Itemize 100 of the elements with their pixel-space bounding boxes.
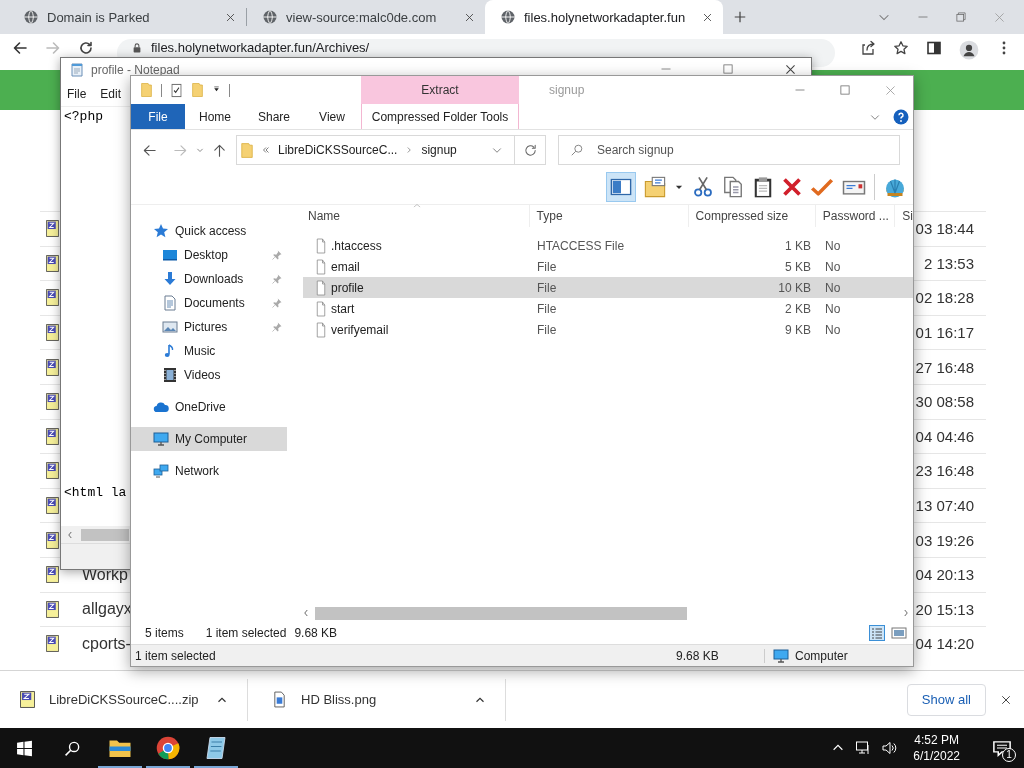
nav-item[interactable]: Downloads (131, 267, 287, 291)
menu-item[interactable]: File (67, 86, 87, 101)
file-type: File (536, 259, 558, 274)
nav-item[interactable]: Network (131, 459, 287, 483)
pin-icon (271, 273, 283, 285)
file-type: File (536, 280, 558, 295)
breadcrumb[interactable]: LibreDiCKSSourceC... (278, 143, 398, 157)
checkmark-icon[interactable] (810, 176, 834, 198)
pictures-icon (162, 319, 178, 335)
new-tab-icon[interactable] (733, 10, 747, 24)
file-icon (315, 258, 327, 275)
side-panel-icon[interactable] (926, 40, 942, 56)
browser-tab[interactable]: Domain is Parked (8, 0, 246, 34)
refresh-icon[interactable] (522, 142, 538, 158)
scroll-right-icon[interactable] (901, 607, 911, 619)
nav-item[interactable]: My Computer (131, 427, 287, 451)
browser-tab[interactable]: view-source:malc0de.com (247, 0, 485, 34)
nav-item[interactable]: Desktop (131, 243, 287, 267)
download-name: LibreDiCKSSourceC....zip (49, 692, 200, 707)
star-icon[interactable] (893, 40, 909, 56)
column-header[interactable]: Password ... (815, 205, 896, 227)
modified-date: 04 14:20 (915, 635, 974, 653)
lock-icon (131, 42, 143, 54)
image-file-icon (272, 691, 287, 708)
column-header[interactable]: Name (301, 205, 530, 227)
back-icon[interactable] (142, 142, 157, 158)
file-row[interactable]: verifyemail File 9 KB No (303, 319, 913, 340)
copy-icon[interactable] (722, 176, 744, 198)
file-icon (315, 321, 327, 338)
file-name: start (331, 301, 355, 316)
file-link[interactable]: allgayx (82, 600, 132, 619)
restore-icon[interactable] (955, 11, 967, 23)
file-row[interactable]: .htaccess HTACCESS File 1 KB No (303, 235, 913, 256)
file-row[interactable]: start File 2 KB No (303, 298, 913, 319)
scroll-thumb[interactable] (315, 606, 687, 620)
column-header[interactable]: Compressed size (688, 205, 816, 227)
up-icon[interactable] (212, 142, 227, 158)
close-icon[interactable] (702, 11, 713, 23)
file-link[interactable]: cports- (82, 634, 131, 653)
breadcrumb[interactable]: signup (421, 143, 457, 157)
delete-icon[interactable] (782, 177, 802, 197)
address-field[interactable]: LibreDiCKSSourceC... signup (236, 135, 546, 165)
file-icon (315, 300, 327, 317)
tab-title: Domain is Parked (47, 9, 151, 25)
sort-ascending-icon (412, 202, 422, 210)
help-icon[interactable] (893, 108, 909, 125)
paste-icon[interactable] (752, 176, 774, 198)
selected-row[interactable]: profile File 10 KB No (303, 277, 913, 298)
column-header[interactable]: Type (529, 205, 689, 227)
preview-pane-icon[interactable] (610, 177, 632, 197)
close-icon[interactable] (225, 11, 236, 23)
show-all-button[interactable]: Show all (906, 683, 986, 716)
notepad-icon[interactable] (204, 736, 228, 760)
ribbon-tab[interactable]: Home (185, 104, 245, 129)
back-icon[interactable] (12, 40, 28, 56)
nav-item[interactable]: Quick access (131, 219, 287, 243)
details-view-icon[interactable] (869, 625, 885, 641)
download-item[interactable]: LibreDiCKSSourceC....zip (20, 678, 248, 721)
close-icon[interactable] (1000, 693, 1012, 706)
status-text: 1 item selected (135, 648, 216, 663)
ribbon-tab[interactable]: Share (245, 104, 303, 129)
tab-title: files.holynetworkadapter.fun (524, 9, 687, 25)
ribbon-tab[interactable]: View (303, 104, 361, 129)
modified-date: 02 18:28 (915, 289, 974, 307)
share-icon[interactable] (860, 40, 876, 56)
file-name: email (331, 259, 360, 274)
volume-icon[interactable] (881, 740, 898, 756)
file-row[interactable]: email File 5 KB No (303, 256, 913, 277)
browser-icon[interactable] (156, 736, 180, 760)
large-icons-view-icon[interactable] (891, 625, 907, 641)
globe-icon (23, 9, 39, 25)
scroll-thumb[interactable] (81, 528, 129, 541)
nav-item[interactable]: Music (131, 339, 287, 363)
avatar-icon[interactable] (959, 40, 979, 60)
nav-item[interactable]: Videos (131, 363, 287, 387)
nav-item[interactable]: Pictures (131, 315, 287, 339)
file-tab[interactable]: File (131, 104, 185, 129)
menu-item[interactable]: Edit (100, 86, 122, 101)
url-text: files.holynetworkadapter.fun/Archives/ (151, 41, 370, 55)
scroll-left-icon[interactable] (301, 607, 311, 619)
search-field[interactable]: Search signup (558, 135, 900, 165)
nav-item[interactable]: OneDrive (131, 395, 287, 419)
overflow-icon[interactable] (261, 145, 271, 155)
download-item[interactable]: HD Bliss.png (266, 678, 506, 721)
close-icon[interactable] (784, 63, 797, 76)
browser-tab[interactable]: files.holynetworkadapter.fun (485, 0, 723, 34)
file-size: 2 KB (784, 301, 812, 316)
nav-item[interactable]: Documents (131, 291, 287, 315)
search-icon[interactable] (63, 739, 81, 757)
network-icon (153, 463, 169, 479)
column-header[interactable]: Si (895, 205, 913, 227)
notification-icon[interactable] (992, 739, 1012, 757)
properties-icon[interactable] (170, 82, 183, 98)
start-icon[interactable] (15, 739, 33, 757)
cut-icon[interactable] (692, 176, 714, 198)
new-folder-icon[interactable] (644, 176, 666, 198)
network-icon[interactable] (855, 740, 872, 756)
reload-icon[interactable] (78, 40, 94, 56)
folder-icon (240, 141, 254, 159)
close-icon[interactable] (464, 11, 475, 23)
